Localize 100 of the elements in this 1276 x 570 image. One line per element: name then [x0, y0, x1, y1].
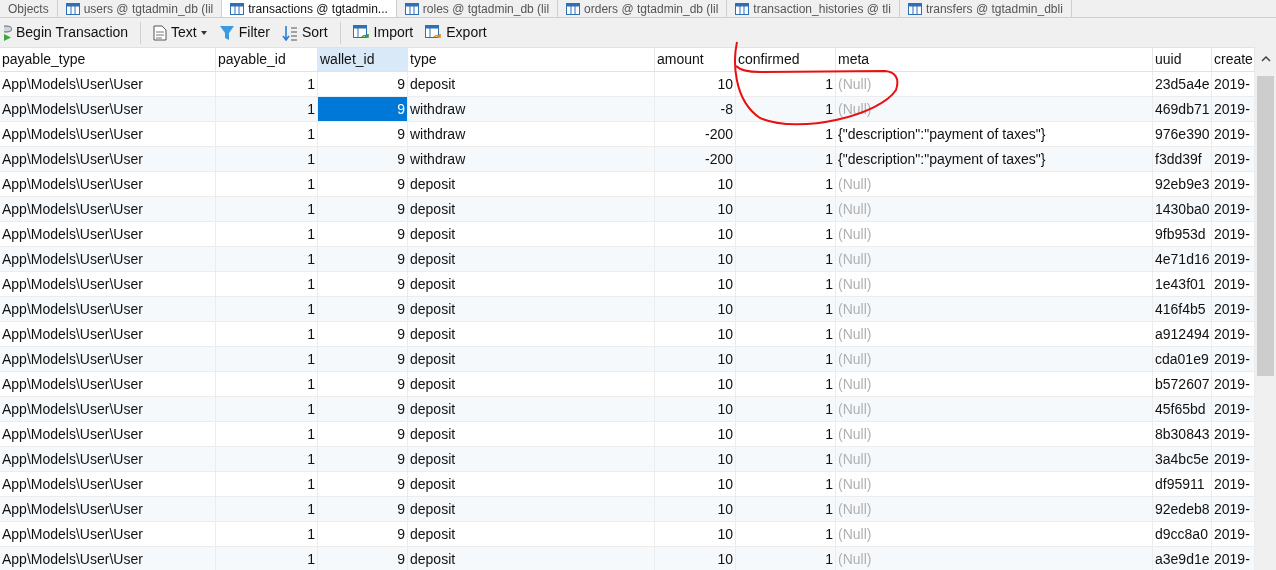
- table-cell: a912494: [1153, 322, 1212, 346]
- table-cell: (Null): [836, 472, 1153, 496]
- table-cell: (Null): [836, 347, 1153, 371]
- table-cell: App\Models\User\User: [0, 172, 216, 196]
- table-cell: 1: [216, 172, 318, 196]
- column-header[interactable]: payable_id: [216, 48, 318, 71]
- table-cell: App\Models\User\User: [0, 397, 216, 421]
- table-cell: 1: [736, 422, 836, 446]
- table-cell: deposit: [408, 197, 655, 221]
- table-cell: (Null): [836, 247, 1153, 271]
- table-cell: 9: [318, 197, 408, 221]
- table-icon: [65, 2, 80, 15]
- table-cell: 10: [655, 497, 736, 521]
- table-cell: deposit: [408, 472, 655, 496]
- table-cell: 1: [216, 297, 318, 321]
- table-cell: {"description":"payment of taxes"}: [836, 147, 1153, 171]
- table-cell: 416f4b5: [1153, 297, 1212, 321]
- table-cell: 23d5a4e: [1153, 72, 1212, 96]
- table-icon: [735, 2, 750, 15]
- table-cell: 1: [736, 122, 836, 146]
- column-header[interactable]: payable_type: [0, 48, 216, 71]
- table-cell: deposit: [408, 297, 655, 321]
- table-cell: deposit: [408, 547, 655, 570]
- table-cell: App\Models\User\User: [0, 522, 216, 546]
- table-cell: 1: [736, 147, 836, 171]
- table-cell: 8b30843: [1153, 422, 1212, 446]
- table-cell: App\Models\User\User: [0, 497, 216, 521]
- table-cell: 10: [655, 197, 736, 221]
- table-cell: 9: [318, 497, 408, 521]
- table-cell: 1: [736, 347, 836, 371]
- table-cell: 1: [736, 247, 836, 271]
- table-cell: 1: [216, 472, 318, 496]
- table-cell: 1: [216, 122, 318, 146]
- table-cell: App\Models\User\User: [0, 347, 216, 371]
- table-cell: deposit: [408, 247, 655, 271]
- table-cell: 9: [318, 272, 408, 296]
- scrollbar-thumb[interactable]: [1257, 76, 1274, 376]
- table-cell: 9: [318, 322, 408, 346]
- column-header[interactable]: confirmed: [736, 48, 836, 71]
- table-cell: 92edeb8: [1153, 497, 1212, 521]
- table-cell: deposit: [408, 72, 655, 96]
- table-cell: withdraw: [408, 122, 655, 146]
- table-cell: -8: [655, 97, 736, 121]
- table-cell: 1: [216, 422, 318, 446]
- table-cell: 10: [655, 172, 736, 196]
- column-header[interactable]: uuid: [1153, 48, 1212, 71]
- table-cell: 9: [318, 472, 408, 496]
- table-cell: 1: [736, 447, 836, 471]
- caret-icon: [200, 30, 207, 35]
- table-cell: 1: [216, 72, 318, 96]
- table-cell: App\Models\User\User: [0, 297, 216, 321]
- table-cell: App\Models\User\User: [0, 197, 216, 221]
- column-header[interactable]: type: [408, 48, 655, 71]
- table-cell: 1: [216, 272, 318, 296]
- export-button[interactable]: Export: [421, 20, 491, 45]
- table-cell: 976e390: [1153, 122, 1212, 146]
- table-cell: (Null): [836, 197, 1153, 221]
- table-cell: 9: [318, 447, 408, 471]
- table-cell: (Null): [836, 72, 1153, 96]
- table-cell: f3dd39f: [1153, 147, 1212, 171]
- column-header[interactable]: create: [1212, 48, 1255, 71]
- table-cell: 10: [655, 547, 736, 570]
- import-button[interactable]: Import: [348, 20, 418, 45]
- table-cell: 9: [318, 247, 408, 271]
- table-cell: 1: [736, 172, 836, 196]
- table-cell: 9: [318, 297, 408, 321]
- sort-button[interactable]: Sort: [277, 20, 332, 45]
- table-cell: App\Models\User\User: [0, 222, 216, 246]
- table-cell: 9: [318, 522, 408, 546]
- sort-icon: [281, 24, 298, 41]
- column-header[interactable]: wallet_id: [318, 48, 408, 71]
- table-cell: deposit: [408, 522, 655, 546]
- table-cell: 1: [736, 372, 836, 396]
- table-cell: (Null): [836, 447, 1153, 471]
- vertical-scrollbar[interactable]: [1255, 47, 1276, 570]
- column-header[interactable]: meta: [836, 48, 1153, 71]
- table-cell: -200: [655, 147, 736, 171]
- table-cell: 10: [655, 522, 736, 546]
- table-cell: App\Models\User\User: [0, 422, 216, 446]
- table-cell: 10: [655, 472, 736, 496]
- table-cell: 10: [655, 397, 736, 421]
- table-cell: App\Models\User\User: [0, 322, 216, 346]
- table-icon: [404, 2, 419, 15]
- document-tab[interactable]: transactions @ tgtadmin...: [222, 0, 397, 17]
- table-cell: df95911: [1153, 472, 1212, 496]
- table-cell: 1: [216, 547, 318, 570]
- text-button[interactable]: Text: [149, 20, 211, 45]
- table-cell: 1: [216, 397, 318, 421]
- filter-button[interactable]: Filter: [214, 20, 274, 45]
- table-cell: deposit: [408, 497, 655, 521]
- table-cell: 1: [216, 197, 318, 221]
- transaction-button[interactable]: Begin Transaction: [0, 20, 133, 45]
- table-cell: {"description":"payment of taxes"}: [836, 122, 1153, 146]
- table-cell: 10: [655, 222, 736, 246]
- table-cell: App\Models\User\User: [0, 122, 216, 146]
- table-cell: App\Models\User\User: [0, 147, 216, 171]
- table-cell: b572607: [1153, 372, 1212, 396]
- table-cell: App\Models\User\User: [0, 372, 216, 396]
- table-cell: 1: [736, 272, 836, 296]
- table-cell: 45f65bd: [1153, 397, 1212, 421]
